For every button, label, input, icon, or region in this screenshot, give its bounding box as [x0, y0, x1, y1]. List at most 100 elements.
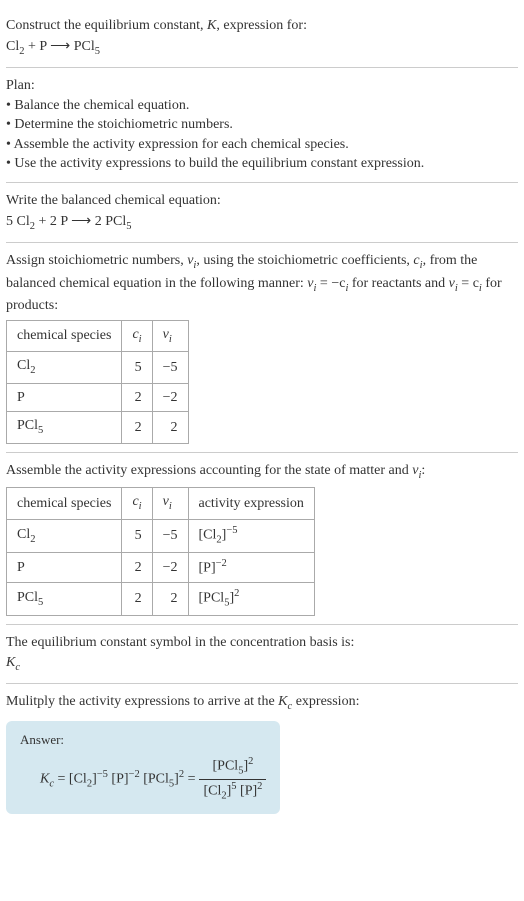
sub5: 5 [126, 220, 131, 231]
cell: 2 [122, 383, 152, 412]
exp: −2 [216, 558, 227, 569]
col-nui: νi [152, 488, 188, 519]
cell: 5 [122, 352, 152, 383]
text: Construct the equilibrium constant, [6, 18, 207, 33]
arrow-icon: ⟶ [71, 212, 91, 228]
sub-i: i [169, 501, 172, 512]
col-activity: activity expression [188, 488, 314, 519]
col-ci: ci [122, 320, 152, 351]
unbalanced-equation: Cl2 + P ⟶ PCl5 [6, 36, 518, 59]
text: + 2 P [35, 214, 71, 229]
balanced-title: Write the balanced chemical equation: [6, 191, 518, 211]
cell: [PCl5]2 [188, 583, 314, 616]
cell: 5 [122, 519, 152, 552]
denominator: [Cl2]5 [P]2 [199, 780, 266, 804]
plan-item: • Balance the chemical equation. [6, 96, 518, 116]
table-row: Cl2 5 −5 [Cl2]−5 [7, 519, 315, 552]
text: [Cl [203, 784, 221, 799]
text: = c [458, 276, 479, 291]
cell: 2 [122, 583, 152, 616]
k: K [40, 771, 49, 786]
exp: −2 [129, 769, 140, 780]
col-species: chemical species [7, 320, 122, 351]
text: expression: [292, 694, 359, 709]
text: [P] [237, 784, 258, 799]
plus: + P [24, 39, 50, 54]
lhs: Kc = [Cl2]−5 [P]−2 [PCl5]2 = [40, 768, 195, 792]
sub5: 5 [38, 597, 43, 608]
plan-title: Plan: [6, 76, 518, 96]
plan-item: • Use the activity expressions to build … [6, 154, 518, 174]
cell: [Cl2]−5 [188, 519, 314, 552]
cell: −5 [152, 352, 188, 383]
cell: P [7, 552, 122, 582]
k: K [6, 655, 15, 670]
text: [Cl [199, 527, 217, 542]
cell: P [7, 383, 122, 412]
stoich-intro: Assign stoichiometric numbers, νi, using… [6, 251, 518, 316]
text: 5 Cl [6, 214, 30, 229]
symbol-intro: The equilibrium constant symbol in the c… [6, 633, 518, 653]
cl2: Cl [6, 39, 19, 54]
kc-symbol: Kc [6, 653, 518, 675]
table-row: PCl5 2 2 [PCl5]2 [7, 583, 315, 616]
sub-i: i [139, 501, 142, 512]
sub5: 5 [38, 425, 43, 436]
cell: Cl2 [7, 352, 122, 383]
balanced-section: Write the balanced chemical equation: 5 … [6, 183, 518, 243]
exp: −5 [97, 769, 108, 780]
plan-section: Plan: • Balance the chemical equation. •… [6, 68, 518, 183]
table-row: P 2 −2 [7, 383, 189, 412]
plan-item: • Determine the stoichiometric numbers. [6, 115, 518, 135]
cell: −5 [152, 519, 188, 552]
cell: [P]−2 [188, 552, 314, 582]
text: [P] [108, 771, 129, 786]
stoichiometric-section: Assign stoichiometric numbers, νi , using… [6, 243, 518, 453]
text: Cl [17, 358, 30, 373]
col-ci: ci [122, 488, 152, 519]
text: PCl [17, 418, 38, 433]
numerator: [PCl5]2 [199, 755, 266, 780]
cell: PCl5 [7, 412, 122, 443]
exp: 2 [234, 588, 239, 599]
sub5: 5 [95, 45, 100, 56]
col-nui: νi [152, 320, 188, 351]
text: PCl [17, 590, 38, 605]
cell: 2 [122, 552, 152, 582]
text: Assign stoichiometric numbers, [6, 253, 187, 268]
table-header-row: chemical species ci νi [7, 320, 189, 351]
text: [P] [199, 561, 216, 576]
table-row: PCl5 2 2 [7, 412, 189, 443]
pcl5: PCl [70, 39, 95, 54]
table-row: P 2 −2 [P]−2 [7, 552, 315, 582]
text: , expression for: [216, 18, 307, 33]
arrow-icon: ⟶ [50, 37, 70, 53]
activity-table: chemical species ci νi activity expressi… [6, 487, 315, 616]
cell: 2 [152, 412, 188, 443]
text: Cl [17, 527, 30, 542]
equals: = [184, 771, 195, 786]
k-symbol: K [207, 18, 216, 33]
text: = [Cl [54, 771, 87, 786]
answer-box: Answer: Kc = [Cl2]−5 [P]−2 [PCl5]2 = [PC… [6, 721, 280, 814]
sub2: 2 [30, 533, 35, 544]
text: Mulitply the activity expressions to arr… [6, 694, 278, 709]
table-header-row: chemical species ci νi activity expressi… [7, 488, 315, 519]
text: [PCl [140, 771, 169, 786]
sub2: 2 [30, 365, 35, 376]
exp: 2 [248, 756, 253, 767]
fraction: [PCl5]2 [Cl2]5 [P]2 [199, 755, 266, 804]
exp: −5 [226, 525, 237, 536]
sub-i: i [139, 333, 142, 344]
text: [PCl [213, 759, 239, 774]
activity-intro: Assemble the activity expressions accoun… [6, 461, 518, 483]
text: , using the stoichiometric coefficients, [196, 253, 413, 268]
k: K [278, 694, 287, 709]
cell: −2 [152, 383, 188, 412]
exp: 2 [257, 781, 262, 792]
text: : [421, 463, 425, 478]
activity-section: Assemble the activity expressions accoun… [6, 453, 518, 626]
cell: PCl5 [7, 583, 122, 616]
plan-item: • Assemble the activity expression for e… [6, 135, 518, 155]
text: [PCl [199, 591, 225, 606]
